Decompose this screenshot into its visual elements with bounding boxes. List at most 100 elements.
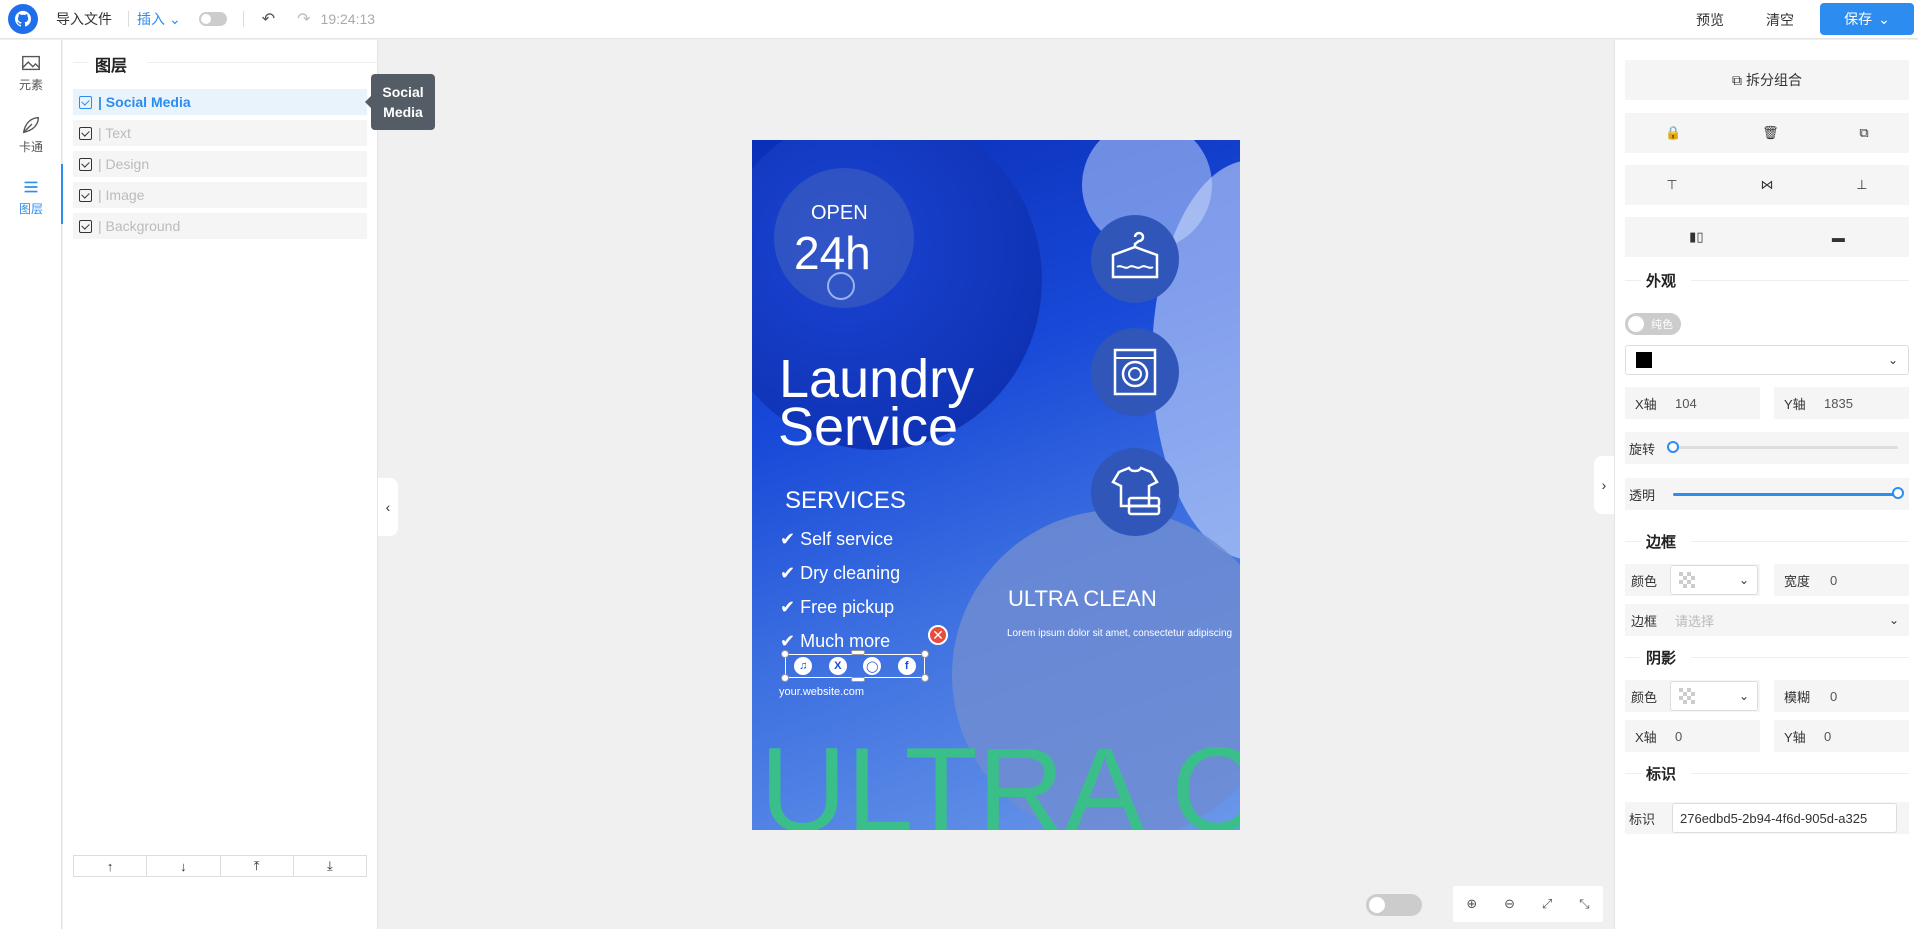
tiktok-icon: ♫ <box>794 657 813 675</box>
id-title: 标识 <box>1646 766 1677 783</box>
resize-handle[interactable] <box>921 650 929 658</box>
ungroup-label: 拆分组合 <box>1746 72 1802 88</box>
fit-screen-icon[interactable]: ⤢ <box>1542 896 1552 912</box>
align-bottom-icon[interactable]: ⊥ <box>1856 177 1867 193</box>
layer-item-text[interactable]: | Text <box>73 120 367 146</box>
move-bottom-icon[interactable]: ⤓ <box>294 856 366 876</box>
nav-item-elements[interactable]: 元素 <box>0 52 62 93</box>
image-layer-icon <box>79 157 92 171</box>
undo-icon[interactable]: ↶ <box>262 9 275 29</box>
distribute-vertical-icon[interactable]: ▬ <box>1832 230 1845 245</box>
resize-handle[interactable] <box>781 674 789 682</box>
preview-button[interactable]: 预览 <box>1696 10 1724 30</box>
solid-color-toggle[interactable]: 纯色 <box>1625 313 1681 335</box>
border-color-picker[interactable]: ⌄ <box>1670 565 1758 595</box>
copy-icon[interactable]: ⧉ <box>1859 125 1868 141</box>
y-position-field[interactable]: Y轴 1835 <box>1774 387 1909 419</box>
import-file-button[interactable]: 导入文件 <box>56 9 112 29</box>
insert-dropdown[interactable]: 插入 ⌄ <box>137 9 181 29</box>
field-label: 模糊 <box>1784 689 1811 705</box>
x-position-field[interactable]: X轴 104 <box>1625 387 1760 419</box>
layer-label: | Text <box>98 125 131 141</box>
shadow-x-field[interactable]: X轴 0 <box>1625 720 1760 752</box>
shadow-y-field[interactable]: Y轴 0 <box>1774 720 1909 752</box>
id-input[interactable]: 276edbd5-2b94-4f6d-905d-a325 <box>1672 803 1897 833</box>
transparent-swatch <box>1679 688 1695 704</box>
fill-color-select[interactable]: ⌄ <box>1625 345 1909 375</box>
align-center-icon[interactable]: ⋈ <box>1761 177 1774 193</box>
move-top-icon[interactable]: ⤒ <box>221 856 294 876</box>
zoom-in-icon[interactable]: ⊕ <box>1466 896 1477 912</box>
field-value: 0 <box>1830 572 1838 588</box>
chevron-left-icon[interactable]: ‹ <box>378 478 398 536</box>
layer-item-background[interactable]: | Background <box>73 213 367 239</box>
chevron-down-icon: ⌄ <box>169 10 181 27</box>
layer-panel: 图层 | Social Media | Text | Design | Imag… <box>63 40 432 929</box>
nav-item-label: 卡通 <box>18 140 43 154</box>
top-toggle-switch[interactable] <box>198 12 227 26</box>
services-title: SERVICES <box>785 487 906 514</box>
resize-handle[interactable] <box>781 650 789 658</box>
service-item: ✔ Self service <box>780 529 894 549</box>
field-label: 标识 <box>1629 811 1656 827</box>
shadow-color-picker[interactable]: ⌄ <box>1670 681 1758 711</box>
layer-item-design[interactable]: | Design <box>73 151 367 177</box>
chevron-right-icon[interactable]: › <box>1594 456 1614 514</box>
redo-icon[interactable]: ↷ <box>297 9 310 29</box>
layers-icon <box>24 181 38 193</box>
image-layer-icon <box>79 219 92 233</box>
resize-handle[interactable] <box>851 677 865 682</box>
move-down-icon[interactable]: ↓ <box>147 856 221 876</box>
save-time: 19:24:13 <box>320 11 376 27</box>
nav-item-label: 图层 <box>18 202 43 216</box>
toolbar-divider <box>128 11 129 27</box>
divider <box>1625 773 1641 774</box>
rotate-slider-knob[interactable] <box>1667 441 1679 453</box>
properties-panel: ⧉ 拆分组合 🔒 🗑 ⧉ ⊤ ⋈ ⊥ ▮▯ ▬ 外观 纯色 ⌄ X轴 104 Y轴 1… <box>1614 40 1918 929</box>
clear-button[interactable]: 清空 <box>1766 10 1794 30</box>
ungroup-button[interactable]: ⧉ 拆分组合 <box>1625 60 1909 100</box>
social-media-group[interactable]: ♫ X ◯ f <box>785 654 925 678</box>
nav-item-label: 元素 <box>18 78 43 92</box>
align-top-icon[interactable]: ⊤ <box>1666 177 1677 193</box>
field-value: 1835 <box>1824 395 1853 411</box>
align-row: ⊤ ⋈ ⊥ <box>1625 165 1909 205</box>
opacity-label: 透明 <box>1629 487 1656 503</box>
divider <box>1625 280 1641 281</box>
chevron-down-icon: ⌄ <box>1738 689 1749 703</box>
delete-selection-icon[interactable]: ✕ <box>928 625 948 645</box>
border-style-select[interactable]: 边框 请选择 ⌄ <box>1625 604 1909 636</box>
appearance-title: 外观 <box>1646 273 1677 290</box>
layer-item-image[interactable]: | Image <box>73 182 367 208</box>
image-layer-icon <box>79 188 92 202</box>
facebook-icon: f <box>897 657 916 675</box>
github-icon[interactable] <box>8 4 38 34</box>
resize-handle[interactable] <box>851 650 865 655</box>
layer-item-social-media[interactable]: | Social Media <box>73 89 367 115</box>
service-item: ✔ Much more <box>780 631 891 651</box>
opacity-slider-track[interactable] <box>1673 493 1898 496</box>
shadow-blur-field[interactable]: 模糊 0 <box>1774 680 1909 712</box>
canvas-toggle-switch[interactable] <box>1366 894 1422 916</box>
divider <box>1691 657 1909 658</box>
save-button[interactable]: 保存 ⌄ <box>1820 3 1914 35</box>
border-width-field[interactable]: 宽度 0 <box>1774 564 1909 596</box>
nav-item-cartoon[interactable]: 卡通 <box>0 114 62 155</box>
rotate-slider-track[interactable] <box>1673 446 1898 449</box>
opacity-slider-knob[interactable] <box>1892 487 1904 499</box>
distribute-horizontal-icon[interactable]: ▮▯ <box>1689 229 1703 245</box>
nav-item-layers[interactable]: 图层 <box>0 164 63 224</box>
move-up-icon[interactable]: ↑ <box>74 856 148 876</box>
divider <box>1691 280 1909 281</box>
poster-canvas[interactable]: OPEN 24h Laundry Service SERVICES ✔ Self… <box>752 140 1240 830</box>
border-title: 边框 <box>1646 534 1677 551</box>
lock-icon[interactable]: 🔒 <box>1665 125 1681 141</box>
zoom-out-icon[interactable]: ⊖ <box>1504 896 1515 912</box>
layer-label: | Social Media <box>98 94 191 110</box>
fullscreen-exit-icon[interactable]: ⤡ <box>1579 896 1589 912</box>
trash-icon[interactable]: 🗑 <box>1762 125 1779 141</box>
divider <box>1625 657 1641 658</box>
field-value: 104 <box>1675 395 1697 411</box>
field-label: Y轴 <box>1784 396 1806 412</box>
resize-handle[interactable] <box>921 674 929 682</box>
